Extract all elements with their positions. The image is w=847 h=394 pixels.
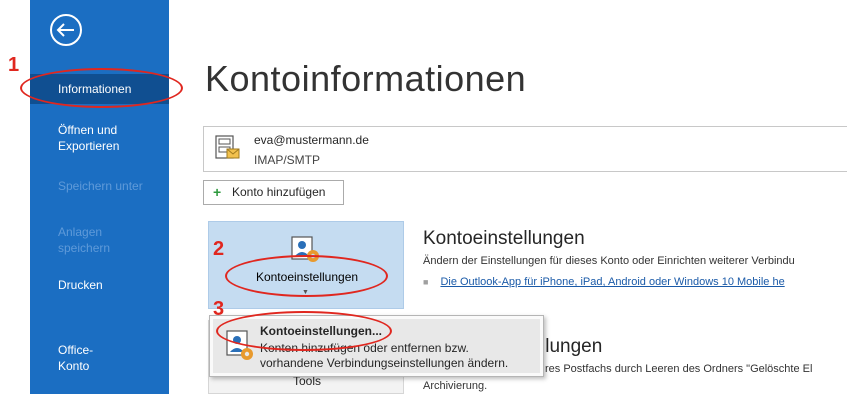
bullet-icon: ■ [423,277,429,287]
add-account-button[interactable]: + Konto hinzufügen [203,180,344,205]
annotation-ellipse-1 [20,68,183,108]
account-settings-description: Ändern der Einstellungen für dieses Kont… [423,255,795,267]
account-selector[interactable]: eva@mustermann.de IMAP/SMTP [203,126,847,172]
dropdown-desc-line2: vorhandene Verbindungseinstellungen ände… [260,356,509,370]
sidebar-item-label: Anlagen speichern [58,225,111,255]
account-icon [214,134,242,164]
mailbox-cleanup-description: res Postfachs durch Leeren des Ordners "… [545,363,813,375]
annotation-marker-1: 1 [8,54,20,76]
annotation-marker-3: 3 [213,298,225,320]
outlook-app-link[interactable]: Die Outlook-App für iPhone, iPad, Androi… [440,276,784,288]
plus-icon: + [213,184,222,200]
back-arrow-button[interactable] [46,10,86,50]
sidebar-item-speichern-unter: Speichern unter [30,178,169,194]
page-title: Kontoinformationen [205,58,527,99]
annotation-ellipse-2 [225,255,388,297]
add-account-label: Konto hinzufügen [232,185,326,199]
sidebar-item-label: Office-Konto [58,343,94,373]
sidebar-item-oeffnen-exportieren[interactable]: Öffnen und Exportieren [30,122,140,154]
backstage-sidebar [30,0,169,394]
mailbox-cleanup-heading: llungen [541,336,603,357]
sidebar-item-anlagen-speichern: Anlagen speichern [30,224,130,256]
sidebar-item-office-konto[interactable]: Office-Konto [30,342,120,374]
account-email: eva@mustermann.de [254,133,369,147]
annotation-marker-2: 2 [213,238,225,260]
sidebar-item-label: Öffnen und Exportieren [58,123,120,153]
sidebar-item-label: Speichern unter [58,179,143,193]
account-settings-heading: Kontoeinstellungen [423,228,585,249]
mailbox-cleanup-description-line2: Archivierung. [423,380,488,392]
annotation-ellipse-3 [216,311,392,351]
sidebar-item-drucken[interactable]: Drucken [30,277,169,293]
outlook-app-link-row: ■ Die Outlook-App für iPhone, iPad, Andro… [423,276,785,288]
account-type: IMAP/SMTP [254,153,321,167]
sidebar-item-label: Drucken [58,278,103,292]
back-arrow-icon [50,14,82,46]
